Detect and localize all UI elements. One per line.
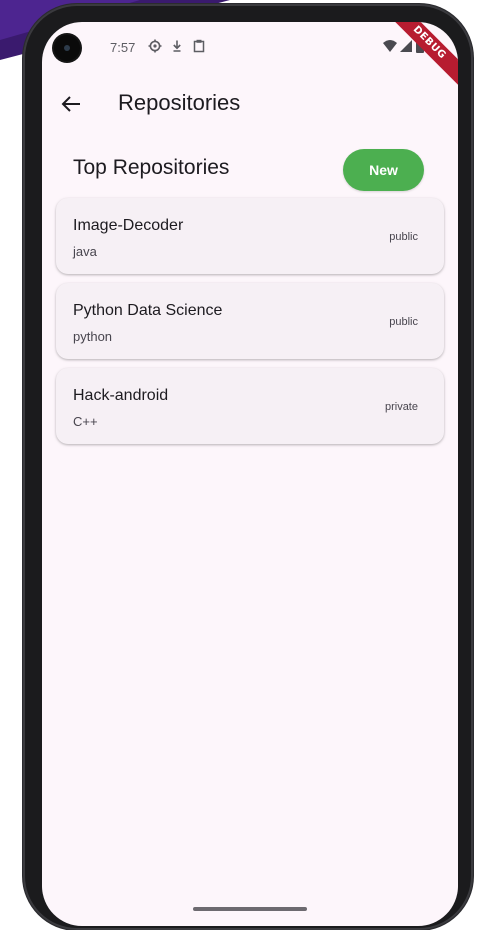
app-bar: Repositories	[42, 84, 458, 124]
download-icon	[173, 40, 181, 52]
repository-visibility: public	[389, 231, 418, 243]
section-title: Top Repositories	[73, 156, 230, 179]
status-time: 7:57	[110, 40, 136, 55]
repository-language: python	[73, 329, 113, 344]
cell-signal-icon	[400, 40, 412, 52]
repository-language: java	[73, 244, 97, 259]
gear-icon	[148, 39, 162, 53]
home-indicator[interactable]	[193, 907, 307, 911]
phone-screen: 7:57 DEBUG Repositories Top Repositories…	[42, 22, 458, 926]
repository-visibility: private	[384, 401, 418, 413]
stage: 7:57 DEBUG Repositories Top Repositories…	[0, 0, 481, 930]
repository-visibility: public	[389, 316, 418, 328]
repository-name: Hack-android	[73, 387, 169, 404]
repository-language: C++	[73, 414, 98, 429]
new-repository-button[interactable]: New	[343, 149, 424, 191]
repository-card[interactable]: Image-Decoder java public	[56, 198, 444, 274]
front-camera	[54, 35, 80, 61]
wifi-icon	[383, 40, 397, 52]
repository-name: Image-Decoder	[73, 217, 184, 234]
repository-card[interactable]: Hack-android C++ private	[56, 368, 444, 444]
page-title: Repositories	[118, 90, 241, 115]
clipboard-icon	[193, 39, 205, 53]
repository-name: Python Data Science	[73, 302, 223, 319]
repository-card[interactable]: Python Data Science python public	[56, 283, 444, 359]
arrow-back-icon[interactable]	[60, 93, 82, 115]
